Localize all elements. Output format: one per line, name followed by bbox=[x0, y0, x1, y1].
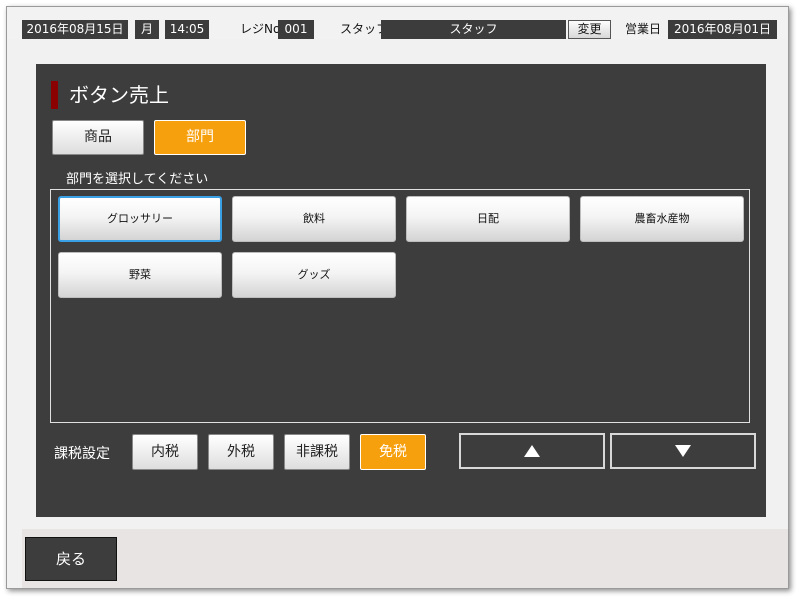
weekday: 月 bbox=[135, 20, 159, 39]
scroll-down-button[interactable] bbox=[610, 433, 756, 469]
main-panel: ボタン売上 商品 部門 部門を選択してください グロッサリー 飲料 日配 農畜水… bbox=[36, 64, 766, 517]
status-bar: 2016年08月15日 月 14:05 レジNo 001 スタッフ スタッフ 変… bbox=[7, 7, 788, 39]
department-button-goods[interactable]: グッズ bbox=[232, 252, 396, 298]
tax-non-taxable-button[interactable]: 非課税 bbox=[284, 434, 350, 470]
change-staff-button[interactable]: 変更 bbox=[568, 20, 611, 39]
tax-exempt-button[interactable]: 免税 bbox=[360, 434, 426, 470]
department-grid: グロッサリー 飲料 日配 農畜水産物 野菜 グッズ bbox=[50, 189, 750, 423]
scroll-up-button[interactable] bbox=[459, 433, 605, 469]
register-label: レジNo bbox=[240, 22, 281, 36]
page-title: ボタン売上 bbox=[69, 83, 169, 107]
tab-products[interactable]: 商品 bbox=[52, 120, 144, 155]
department-button-vegetables[interactable]: 野菜 bbox=[58, 252, 222, 298]
current-time: 14:05 bbox=[165, 20, 209, 39]
triangle-down-icon bbox=[675, 445, 691, 457]
app-window: 2016年08月15日 月 14:05 レジNo 001 スタッフ スタッフ 変… bbox=[6, 6, 789, 589]
tax-setting-label: 課税設定 bbox=[54, 446, 110, 462]
staff-name: スタッフ bbox=[381, 20, 566, 39]
business-day-label: 営業日 bbox=[625, 22, 662, 36]
tax-tax-excluded-button[interactable]: 外税 bbox=[208, 434, 274, 470]
department-button-agri-livestock-fish[interactable]: 農畜水産物 bbox=[580, 196, 744, 242]
current-date: 2016年08月15日 bbox=[22, 20, 128, 39]
register-number: 001 bbox=[278, 20, 314, 39]
triangle-up-icon bbox=[524, 445, 540, 457]
department-button-daily[interactable]: 日配 bbox=[406, 196, 570, 242]
business-day: 2016年08月01日 bbox=[668, 20, 777, 39]
instruction-text: 部門を選択してください bbox=[66, 172, 209, 187]
footer-bar bbox=[22, 529, 788, 588]
tab-departments[interactable]: 部門 bbox=[154, 120, 246, 155]
department-button-grocery[interactable]: グロッサリー bbox=[58, 196, 222, 242]
title-accent-bar bbox=[51, 81, 58, 109]
tax-tax-included-button[interactable]: 内税 bbox=[132, 434, 198, 470]
back-button[interactable]: 戻る bbox=[25, 537, 117, 581]
department-button-beverage[interactable]: 飲料 bbox=[232, 196, 396, 242]
